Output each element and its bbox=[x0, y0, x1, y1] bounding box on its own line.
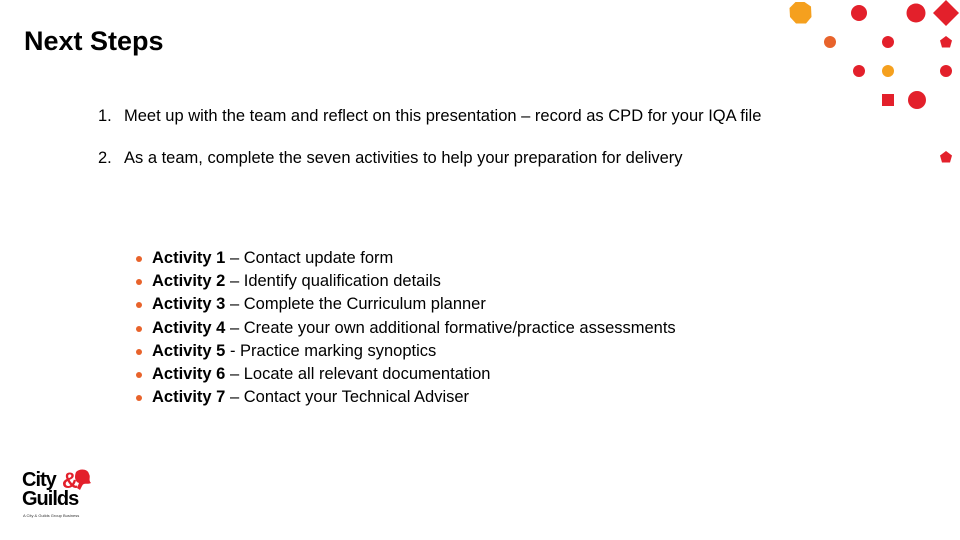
red-pentagon-icon bbox=[940, 151, 952, 163]
city-and-guilds-logo: City Guilds & A City & Guilds Group Busi… bbox=[22, 468, 94, 522]
red-dot-icon bbox=[882, 36, 894, 48]
red-dot-icon bbox=[908, 91, 926, 109]
red-dot-icon bbox=[906, 3, 926, 23]
orange-octagon-icon bbox=[789, 2, 812, 24]
red-square-icon bbox=[882, 94, 894, 106]
red-dot-icon bbox=[940, 65, 952, 77]
red-dot-icon bbox=[853, 65, 865, 77]
red-pentagon-icon bbox=[940, 36, 952, 48]
red-diamond-icon bbox=[933, 0, 959, 26]
logo-city-text: City bbox=[22, 469, 57, 491]
logo-guilds-text: Guilds bbox=[22, 488, 79, 510]
logo-tagline: A City & Guilds Group Business bbox=[23, 513, 80, 518]
orange-red-dot-icon bbox=[824, 36, 836, 48]
red-dot-icon bbox=[851, 5, 867, 21]
orange-dot-icon bbox=[882, 65, 894, 77]
decorative-dot-pattern bbox=[789, 0, 959, 163]
lion-ampersand-icon: & bbox=[62, 468, 91, 492]
